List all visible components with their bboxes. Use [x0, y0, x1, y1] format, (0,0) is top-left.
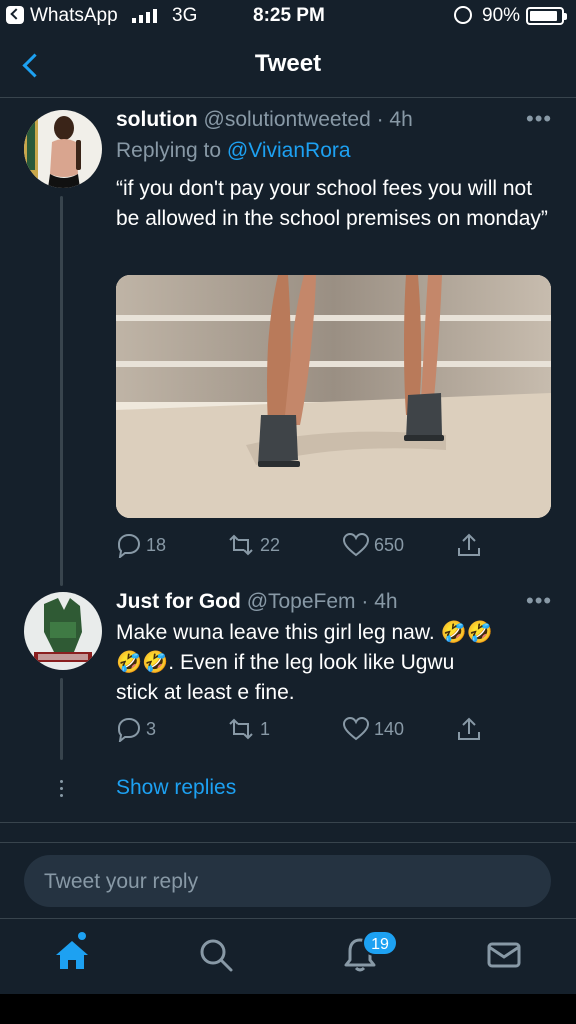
share-icon: [458, 717, 480, 740]
avatar[interactable]: [24, 592, 102, 670]
reply-count: 3: [146, 718, 157, 739]
notification-badge: 19: [362, 930, 398, 956]
heart-icon: [342, 532, 370, 557]
signal-icon: [132, 7, 157, 23]
reply-button[interactable]: 18: [116, 532, 166, 558]
tweet-time: · 4h: [376, 108, 413, 131]
share-button[interactable]: [456, 716, 482, 742]
tweet-author[interactable]: solution @solutiontweeted · 4h: [116, 108, 413, 132]
more-icon[interactable]: •••: [526, 588, 552, 614]
tweet-actions: 18 22 650: [116, 532, 496, 562]
tab-search[interactable]: [196, 935, 236, 975]
home-icon: [56, 941, 88, 969]
search-icon: [200, 939, 233, 972]
reply-icon: [117, 717, 141, 742]
network-type: 3G: [172, 5, 198, 26]
tab-messages[interactable]: [484, 935, 524, 975]
tab-bar: [0, 918, 576, 994]
mail-icon: [487, 942, 521, 968]
like-button[interactable]: 140: [342, 716, 404, 742]
more-replies-dots-icon: [59, 780, 64, 798]
like-count: 650: [374, 534, 405, 555]
new-content-dot: [78, 932, 86, 940]
battery-percent: 90%: [482, 5, 521, 26]
retweet-count: 22: [260, 534, 281, 555]
like-count: 140: [374, 718, 405, 739]
thread-line: [60, 678, 63, 760]
display-name[interactable]: Just for God: [116, 590, 241, 613]
show-replies-link[interactable]: Show replies: [116, 776, 236, 800]
retweet-button[interactable]: 22: [226, 532, 280, 558]
status-bar: WhatsApp 3G 8:25 PM 90%: [0, 0, 576, 34]
retweet-icon: [229, 718, 253, 740]
tweet-author[interactable]: Just for God @TopeFem · 4h: [116, 590, 398, 614]
replying-to: Replying to @VivianRora: [116, 139, 351, 163]
reply-count: 18: [146, 534, 167, 555]
handle[interactable]: @TopeFem: [247, 590, 356, 613]
replying-to-link[interactable]: @VivianRora: [227, 139, 351, 162]
reply-input[interactable]: Tweet your reply: [24, 855, 551, 907]
thread-line: [60, 196, 63, 586]
more-icon[interactable]: •••: [526, 106, 552, 132]
home-indicator-area: [0, 994, 576, 1024]
divider: [0, 822, 576, 823]
tweet-text: “if you don't pay your school fees you w…: [116, 177, 548, 230]
replying-prefix: Replying to: [116, 139, 222, 162]
tweet-actions: 3 1 140: [116, 716, 496, 746]
reply-icon: [117, 533, 141, 558]
avatar[interactable]: [24, 110, 102, 188]
reply-button[interactable]: 3: [116, 716, 156, 742]
tweet-text-line: Make wuna leave this girl leg naw. 🤣🤣: [116, 621, 493, 644]
handle[interactable]: @solutiontweeted: [204, 108, 371, 131]
status-time: 8:25 PM: [253, 5, 325, 26]
tweet-text-line: stick at least e fine.: [116, 681, 295, 704]
like-button[interactable]: 650: [342, 532, 404, 558]
share-icon: [458, 533, 480, 556]
status-app-name[interactable]: WhatsApp: [30, 5, 118, 27]
retweet-icon: [229, 534, 253, 556]
rotation-lock-icon: [454, 6, 472, 24]
tweet-photo[interactable]: [116, 275, 551, 518]
battery-icon: [526, 7, 567, 25]
tweet-time: · 4h: [361, 590, 398, 613]
back-to-app-icon[interactable]: [6, 6, 24, 24]
tweet-text: Make wuna leave this girl leg naw. 🤣🤣 🤣🤣…: [116, 618, 561, 708]
tweet-text-line: 🤣🤣. Even if the leg look like Ugwu: [116, 651, 455, 674]
retweet-count: 1: [260, 718, 271, 739]
header: Tweet: [0, 34, 576, 98]
share-button[interactable]: [456, 532, 482, 558]
tab-home[interactable]: [52, 935, 92, 975]
display-name[interactable]: solution: [116, 108, 198, 131]
page-title: Tweet: [254, 50, 322, 77]
heart-icon: [342, 716, 370, 741]
retweet-button[interactable]: 1: [226, 716, 270, 742]
reply-composer: Tweet your reply: [0, 842, 576, 918]
